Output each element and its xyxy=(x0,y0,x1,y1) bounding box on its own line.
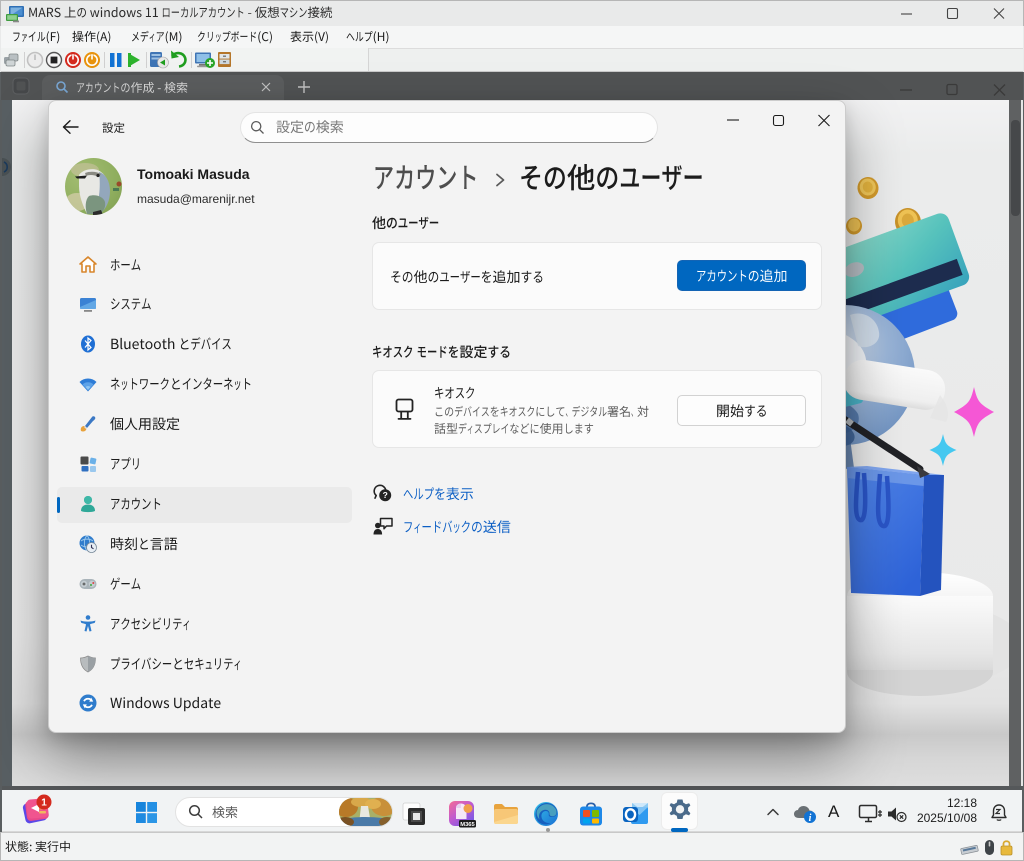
svg-text:M365: M365 xyxy=(460,822,475,828)
svg-text:?: ? xyxy=(383,490,388,500)
svg-text:1: 1 xyxy=(41,798,47,809)
svg-text:i: i xyxy=(809,813,812,824)
